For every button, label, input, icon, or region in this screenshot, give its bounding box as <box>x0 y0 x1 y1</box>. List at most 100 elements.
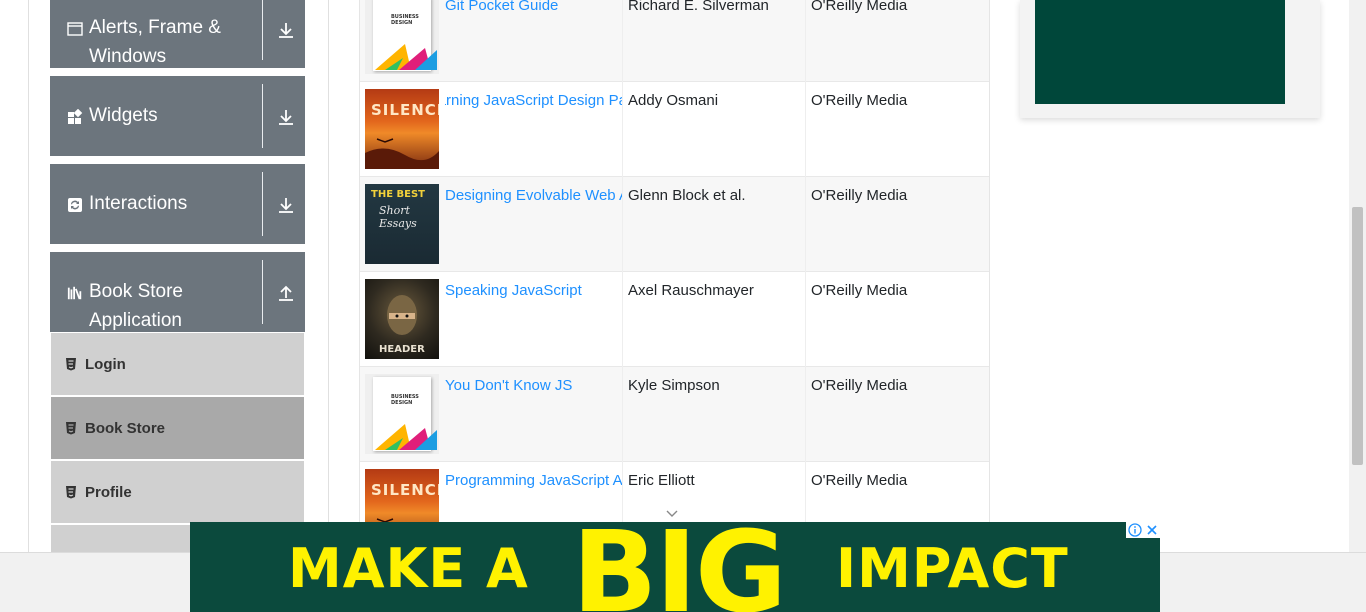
group-separator <box>262 0 263 60</box>
ad-controls <box>1126 522 1160 538</box>
group-title-line1: Alerts, Frame & <box>89 17 221 38</box>
widgets-grid-icon <box>67 109 83 125</box>
book-publisher: O'Reilly Media <box>811 282 908 299</box>
book-cover-image: HEADER <box>365 279 439 359</box>
book-title[interactable]: Git Pocket Guide <box>445 0 558 14</box>
book-title-link[interactable]: Learning JavaScript Design Patterns <box>445 92 623 116</box>
sidebar-item-book-store[interactable]: Book Store <box>51 397 304 459</box>
download-arrow-icon[interactable] <box>276 107 296 127</box>
cover-text: BUSINESS DESIGN <box>391 14 419 26</box>
book-cover-image: THE BEST Short Essays <box>365 184 439 264</box>
banner-text-big: BIG <box>572 522 787 612</box>
book-cover-image: BUSINESS DESIGN <box>365 374 439 454</box>
book-title-link[interactable]: Git Pocket Guide <box>445 0 623 21</box>
column-separator <box>622 82 623 177</box>
column-separator <box>805 367 806 462</box>
group-title: Book Store Application <box>89 277 259 335</box>
close-icon[interactable] <box>1143 522 1160 538</box>
column-separator <box>805 82 806 177</box>
sidebar-item-login[interactable]: Login <box>51 333 304 395</box>
scrollbar-thumb[interactable] <box>1352 207 1363 465</box>
business-design-cover: BUSINESS DESIGN <box>365 0 439 74</box>
column-separator <box>805 462 806 522</box>
column-separator <box>622 367 623 462</box>
column-separator <box>622 272 623 367</box>
table-row: THE BEST Short Essays Designing Evolvable… <box>360 177 989 272</box>
left-border <box>28 0 29 552</box>
book-title[interactable]: You Don't Know JS <box>445 377 572 394</box>
book-title-link[interactable]: Designing Evolvable Web APIs with ASP.NE… <box>445 187 623 211</box>
book-title[interactable]: Speaking JavaScript <box>445 282 582 299</box>
group-title: Interactions <box>89 193 188 214</box>
download-arrow-icon[interactable] <box>276 195 296 215</box>
column-separator <box>805 177 806 272</box>
side-ad-frame <box>1020 0 1320 118</box>
book-publisher: O'Reilly Media <box>811 92 908 109</box>
header-cover: HEADER <box>365 279 439 359</box>
group-title-line2: Windows <box>89 46 167 67</box>
interactions-icon <box>67 197 83 213</box>
book-title-link[interactable]: You Don't Know JS <box>445 377 623 401</box>
book-title[interactable]: Programming JavaScript Applications <box>445 472 623 489</box>
group-widgets[interactable]: Widgets <box>50 76 305 156</box>
book-title-link[interactable]: Speaking JavaScript <box>445 282 623 306</box>
upload-arrow-icon[interactable] <box>276 283 296 303</box>
table-row: BUSINESS DESIGN You Don't Know JS Kyle S… <box>360 367 989 462</box>
group-title-line1: Book Store <box>89 281 183 302</box>
books-icon <box>67 285 83 301</box>
book-publisher: O'Reilly Media <box>811 472 908 489</box>
silence-cover: SILENCE <box>365 469 439 522</box>
mid-border <box>328 0 329 552</box>
cover-text: HEADER <box>379 344 425 355</box>
table-row: SILENCE Learning JavaScript Design Patte… <box>360 82 989 177</box>
book-cover-image: BUSINESS DESIGN <box>365 0 439 74</box>
sidebar-item-label: Profile <box>85 483 132 501</box>
book-title[interactable]: Learning JavaScript Design Patterns <box>445 92 623 109</box>
cover-subtext: Short Essays <box>379 204 417 230</box>
window-icon <box>67 21 83 37</box>
sidebar-item-profile[interactable]: Profile <box>51 461 304 523</box>
info-icon[interactable] <box>1126 522 1143 538</box>
table-row: HEADER Speaking JavaScript Axel Rauschma… <box>360 272 989 367</box>
table-row: BUSINESS DESIGN Git Pocket Guide Richard… <box>360 0 989 82</box>
book-publisher: O'Reilly Media <box>811 0 908 14</box>
column-separator <box>622 0 623 82</box>
business-design-cover: BUSINESS DESIGN <box>365 374 439 454</box>
cover-text: BUSINESS DESIGN <box>391 394 419 406</box>
html5-icon <box>65 485 77 499</box>
silence-cover: SILENCE <box>365 89 439 169</box>
book-author: Glenn Block et al. <box>628 187 746 204</box>
group-interactions[interactable]: Interactions <box>50 164 305 244</box>
book-publisher: O'Reilly Media <box>811 187 908 204</box>
group-book-store-application[interactable]: Book Store Application <box>50 252 305 332</box>
column-separator <box>805 0 806 82</box>
books-table: BUSINESS DESIGN Git Pocket Guide Richard… <box>359 0 990 522</box>
html5-icon <box>65 421 77 435</box>
book-author: Addy Osmani <box>628 92 719 109</box>
column-separator <box>622 462 623 522</box>
book-author: Eric Elliott <box>628 472 695 489</box>
side-ad-image[interactable] <box>1035 0 1285 104</box>
group-title: Alerts, Frame & Windows <box>89 13 259 71</box>
book-title[interactable]: Designing Evolvable Web APIs with ASP.NE… <box>445 187 623 204</box>
group-separator <box>262 172 263 236</box>
chevron-down-icon[interactable] <box>664 507 680 519</box>
column-separator <box>805 272 806 367</box>
group-separator <box>262 260 263 324</box>
book-author: Axel Rauschmayer <box>628 282 754 299</box>
download-arrow-icon[interactable] <box>276 20 296 40</box>
book-cover-image: SILENCE <box>365 89 439 169</box>
book-author: Richard E. Silverman <box>628 0 769 14</box>
book-publisher: O'Reilly Media <box>811 377 908 394</box>
group-alerts-frame-windows[interactable]: Alerts, Frame & Windows <box>50 0 305 68</box>
html5-icon <box>65 357 77 371</box>
book-author: Kyle Simpson <box>628 377 720 394</box>
book-title-link[interactable]: Programming JavaScript Applications <box>445 472 623 496</box>
banner-text-impact: IMPACT <box>836 537 1069 600</box>
book-cover-image: SILENCE <box>365 469 439 522</box>
cover-text: SILENCE <box>371 101 439 119</box>
group-title-line2: Application <box>89 310 182 331</box>
the-best-cover: THE BEST Short Essays <box>365 184 439 264</box>
banner-ad[interactable]: MAKE A BIG IMPACT <box>190 522 1160 612</box>
banner-text-make-a: MAKE A <box>288 537 529 600</box>
